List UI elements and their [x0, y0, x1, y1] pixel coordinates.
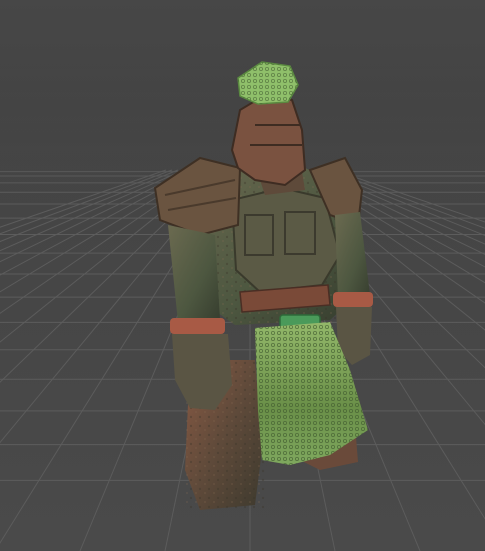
grid-line	[0, 169, 167, 228]
scene-canvas[interactable]	[0, 0, 485, 551]
model-helmet	[230, 93, 307, 187]
model-left-wrist-band	[170, 318, 225, 334]
grid-line	[0, 169, 191, 263]
scene-viewport[interactable]	[0, 0, 485, 551]
model-right-wrist-band	[333, 292, 373, 307]
grid-line	[0, 169, 185, 252]
model-left-arm	[168, 225, 220, 322]
grid-line	[0, 169, 197, 276]
grid-line	[0, 169, 173, 235]
model-right-arm	[335, 212, 370, 300]
